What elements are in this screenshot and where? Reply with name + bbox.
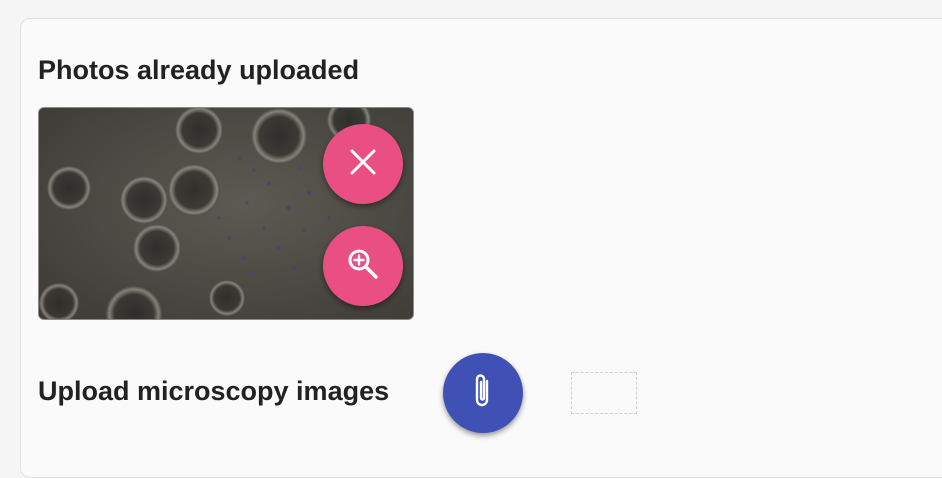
upload-dropzone[interactable]	[571, 372, 637, 414]
close-icon	[348, 147, 378, 182]
upload-images-heading: Upload microscopy images	[38, 376, 390, 406]
zoom-in-icon	[345, 246, 381, 287]
attach-file-button[interactable]	[443, 353, 523, 433]
zoom-photo-button[interactable]	[323, 226, 403, 306]
uploaded-photos-heading: Photos already uploaded	[38, 55, 360, 85]
delete-photo-button[interactable]	[323, 124, 403, 204]
paperclip-icon	[468, 371, 498, 416]
